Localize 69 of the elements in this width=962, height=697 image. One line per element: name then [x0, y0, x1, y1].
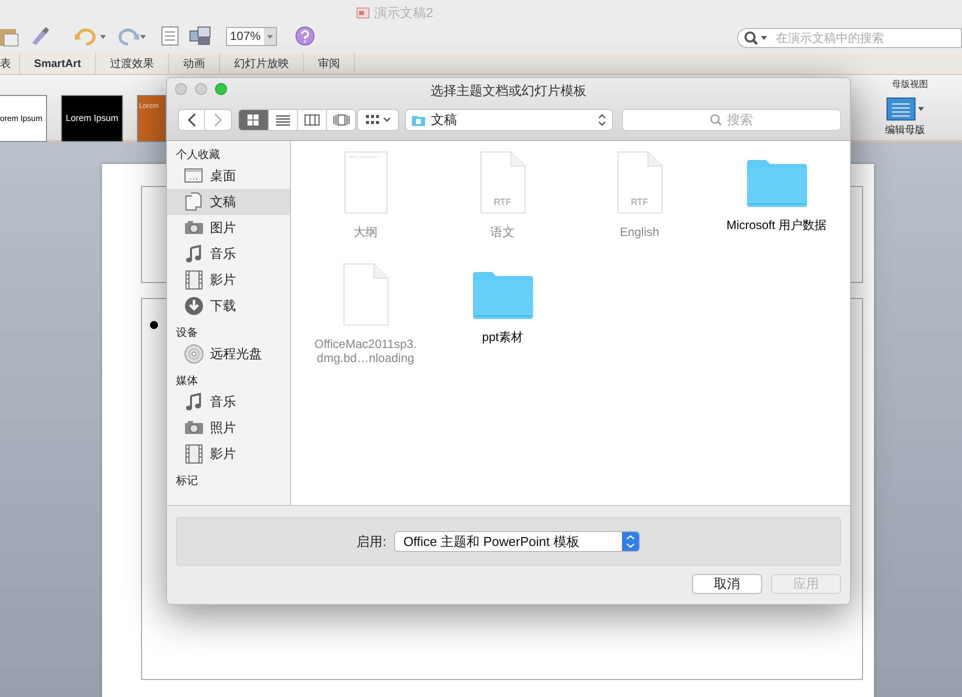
- file-type-label: RTF: [630, 196, 650, 209]
- sidebar-item[interactable]: 影片: [167, 441, 290, 467]
- view-mode-button[interactable]: [297, 110, 326, 130]
- film-icon: [184, 444, 204, 464]
- document-icon[interactable]: [616, 151, 664, 215]
- documents-icon: [184, 192, 204, 212]
- grid-icon: [366, 115, 380, 125]
- slide-icon[interactable]: [160, 25, 180, 47]
- sidebar-item[interactable]: 音乐: [167, 389, 290, 415]
- placeholder: 在演示文稿中的搜索: [776, 30, 884, 47]
- sidebar-item[interactable]: 图片: [167, 215, 290, 241]
- bullet-icon: [150, 321, 158, 329]
- music-icon: [184, 392, 204, 412]
- coverflow-view-icon: [332, 112, 350, 128]
- folder-icon[interactable]: [746, 157, 808, 209]
- sidebar-item[interactable]: 远程光盘: [167, 341, 290, 367]
- disc-icon: [184, 344, 204, 364]
- zoom-field[interactable]: 107%: [226, 26, 277, 46]
- arrange-button[interactable]: [357, 109, 399, 131]
- zoom-button[interactable]: [215, 83, 227, 95]
- document-icon: [356, 6, 370, 20]
- dialog-button[interactable]: 取消: [692, 574, 762, 594]
- enable-label: 启用:: [356, 532, 386, 551]
- sidebar-item[interactable]: 影片: [167, 267, 290, 293]
- chevron-right-icon: [213, 113, 223, 127]
- sidebar-item[interactable]: 文稿: [167, 189, 290, 215]
- sidebar-item[interactable]: 音乐: [167, 241, 290, 267]
- location-dropdown[interactable]: 文稿: [405, 109, 613, 131]
- minimize-button[interactable]: [195, 83, 207, 95]
- media-icon[interactable]: [188, 25, 212, 47]
- document-icon[interactable]: [478, 151, 526, 215]
- edit-master-button[interactable]: 编辑母版: [876, 97, 934, 138]
- sidebar-heading: 设备: [175, 326, 199, 341]
- dialog-title: 选择主题文档或幻灯片模板: [430, 82, 586, 100]
- film-icon: [184, 270, 204, 290]
- theme-thumbnail[interactable]: orem Ipsum: [0, 95, 47, 142]
- view-mode-button[interactable]: [268, 110, 297, 130]
- search-icon: [710, 114, 722, 126]
- document-icon[interactable]: [342, 263, 390, 327]
- sidebar-item[interactable]: 桌面: [167, 163, 290, 189]
- music-icon: [184, 244, 204, 264]
- sidebar-heading: 媒体: [175, 374, 199, 389]
- group-label: 母版视图: [892, 78, 928, 91]
- close-button[interactable]: [175, 83, 187, 95]
- window-title: 演示文稿2: [374, 4, 434, 22]
- stepper-icon: [598, 114, 606, 126]
- view-mode-switcher[interactable]: [238, 109, 356, 131]
- sidebar-item[interactable]: 照片: [167, 415, 290, 441]
- view-mode-button[interactable]: [326, 110, 355, 130]
- sidebar-heading: 标记: [175, 474, 199, 489]
- template-dropdown[interactable]: Office 主题和 PowerPoint 模板: [394, 531, 640, 552]
- chevron-down-icon: [382, 117, 390, 123]
- download-icon: [184, 296, 204, 316]
- folder-icon: [412, 114, 425, 126]
- file-name[interactable]: ppt素材: [450, 330, 554, 344]
- view-mode-button[interactable]: [239, 110, 268, 130]
- help-icon[interactable]: [294, 26, 315, 46]
- file-name[interactable]: Microsoft 用户数据: [724, 218, 828, 232]
- sidebar-heading: 个人收藏: [175, 148, 221, 163]
- dropdown-icon[interactable]: [264, 28, 276, 44]
- file-type-label: RTF: [492, 196, 512, 209]
- stepper-icon: [622, 532, 640, 551]
- chevron-left-icon: [186, 113, 196, 127]
- theme-thumbnail[interactable]: Lorem Ipsum: [61, 95, 123, 142]
- layout-icon: [886, 97, 924, 121]
- folder-icon[interactable]: [472, 269, 534, 321]
- sidebar-item[interactable]: 下载: [167, 293, 290, 319]
- columns-view-icon: [304, 112, 320, 128]
- document-icon[interactable]: [342, 151, 388, 215]
